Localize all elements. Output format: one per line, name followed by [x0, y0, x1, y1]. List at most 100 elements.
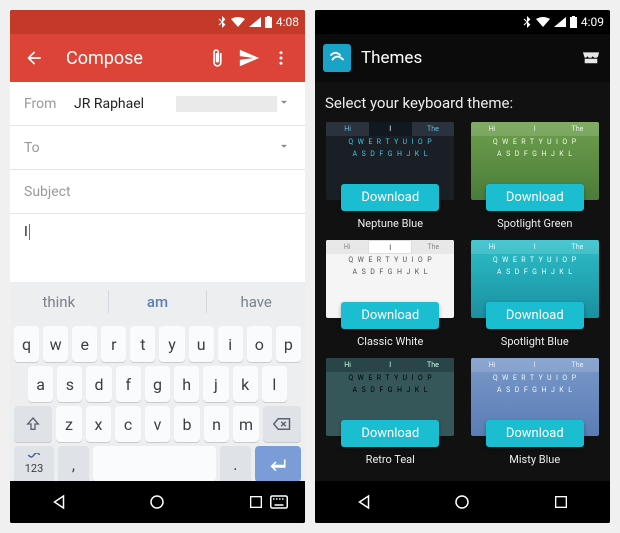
key-v[interactable]: v	[145, 406, 171, 442]
battery-icon	[265, 16, 272, 28]
theme-name: Neptune Blue	[357, 217, 423, 230]
key-s[interactable]: s	[57, 366, 82, 402]
suggestion-right[interactable]: have	[207, 293, 305, 311]
period-key[interactable]: .	[220, 446, 251, 482]
key-x[interactable]: x	[86, 406, 112, 442]
key-o[interactable]: o	[247, 326, 272, 362]
key-l[interactable]: l	[262, 366, 287, 402]
shift-key[interactable]	[14, 406, 52, 442]
bluetooth-icon	[217, 16, 227, 28]
to-field[interactable]: To	[10, 126, 305, 170]
clock-text: 4:09	[581, 15, 604, 29]
nav-back-button[interactable]	[344, 482, 384, 522]
key-row-1: q w e r t y u i o p	[14, 326, 301, 362]
nav-home-button[interactable]	[137, 482, 177, 522]
download-button[interactable]: Download	[341, 302, 439, 329]
key-q[interactable]: q	[14, 326, 39, 362]
nav-home-button[interactable]	[442, 482, 482, 522]
keyboard: q w e r t y u i o p a s d f g h j k l z	[10, 322, 305, 490]
enter-key[interactable]	[255, 446, 301, 482]
key-row-3: z x c v b n m	[14, 406, 301, 442]
store-icon[interactable]	[580, 47, 602, 69]
body-field[interactable]: I	[10, 214, 305, 282]
theme-name: Spotlight Blue	[501, 335, 569, 348]
themes-heading: Select your keyboard theme:	[325, 94, 600, 112]
themes-body: Select your keyboard theme: HiIThe QWERT…	[315, 82, 610, 481]
theme-grid: HiIThe QWERTYUIOP ASDFGHJKL Download Nep…	[325, 122, 600, 466]
key-t[interactable]: t	[130, 326, 155, 362]
wifi-icon	[231, 17, 245, 27]
subject-label: Subject	[24, 184, 71, 200]
compose-area: From JR Raphael To Subject I	[10, 82, 305, 282]
appbar-themes: Themes	[315, 34, 610, 82]
key-j[interactable]: j	[203, 366, 228, 402]
download-button[interactable]: Download	[341, 420, 439, 447]
from-label: From	[24, 96, 74, 112]
comma-key[interactable]: ,	[58, 446, 89, 482]
key-c[interactable]: c	[115, 406, 141, 442]
key-b[interactable]: b	[174, 406, 200, 442]
from-field[interactable]: From JR Raphael	[10, 82, 305, 126]
subject-field[interactable]: Subject	[10, 170, 305, 214]
signal-icon	[554, 17, 566, 27]
nav-recent-button[interactable]	[541, 482, 581, 522]
download-button[interactable]: Download	[341, 184, 439, 211]
body-text: I	[24, 224, 28, 240]
key-r[interactable]: r	[101, 326, 126, 362]
overflow-menu-button[interactable]	[265, 42, 297, 74]
key-u[interactable]: u	[189, 326, 214, 362]
key-n[interactable]: n	[204, 406, 230, 442]
key-d[interactable]: d	[86, 366, 111, 402]
key-i[interactable]: i	[218, 326, 243, 362]
back-button[interactable]	[18, 42, 50, 74]
key-e[interactable]: e	[72, 326, 97, 362]
send-button[interactable]	[233, 42, 265, 74]
theme-card-spotlight-green[interactable]: HiIThe QWERTYUIOP ASDFGHJKL Download Spo…	[470, 122, 601, 230]
nav-ime-button[interactable]	[259, 482, 299, 522]
chevron-down-icon[interactable]	[277, 95, 291, 113]
nav-back-button[interactable]	[39, 482, 79, 522]
appbar-title: Themes	[361, 48, 580, 68]
key-row-4: 123 , .	[14, 446, 301, 482]
backspace-key[interactable]	[263, 406, 301, 442]
theme-card-misty-blue[interactable]: HiIThe QWERTYUIOP ASDFGHJKL Download Mis…	[470, 358, 601, 466]
key-z[interactable]: z	[56, 406, 82, 442]
key-g[interactable]: g	[145, 366, 170, 402]
text-cursor	[29, 224, 30, 240]
key-k[interactable]: k	[233, 366, 258, 402]
battery-icon	[570, 16, 577, 28]
statusbar: 4:09	[315, 10, 610, 34]
bluetooth-icon	[522, 16, 532, 28]
suggestion-mid[interactable]: am	[109, 293, 207, 311]
download-button[interactable]: Download	[486, 302, 584, 329]
phone-right-swiftkey-themes: 4:09 Themes Select your keyboard theme: …	[315, 10, 610, 523]
theme-card-classic-white[interactable]: HiIThe QWERTYUIOP ASDFGHJKL Download Cla…	[325, 240, 456, 348]
key-h[interactable]: h	[174, 366, 199, 402]
appbar-gmail: Compose	[10, 34, 305, 82]
attach-button[interactable]	[201, 42, 233, 74]
download-button[interactable]: Download	[486, 420, 584, 447]
theme-card-spotlight-blue[interactable]: HiIThe QWERTYUIOP ASDFGHJKL Download Spo…	[470, 240, 601, 348]
key-p[interactable]: p	[276, 326, 301, 362]
from-value: JR Raphael	[74, 96, 176, 112]
download-button[interactable]: Download	[486, 184, 584, 211]
chevron-down-icon[interactable]	[277, 139, 291, 157]
key-w[interactable]: w	[43, 326, 68, 362]
key-m[interactable]: m	[233, 406, 259, 442]
space-key[interactable]	[93, 446, 216, 482]
theme-card-retro-teal[interactable]: HiIThe QWERTYUIOP ASDFGHJKL Download Ret…	[325, 358, 456, 466]
to-label: To	[24, 140, 74, 156]
theme-name: Misty Blue	[509, 453, 560, 466]
navigation-bar	[10, 481, 305, 523]
key-a[interactable]: a	[28, 366, 53, 402]
appbar-title: Compose	[66, 48, 201, 69]
theme-card-neptune-blue[interactable]: HiIThe QWERTYUIOP ASDFGHJKL Download Nep…	[325, 122, 456, 230]
numbers-key[interactable]: 123	[14, 446, 54, 482]
key-row-2: a s d f g h j k l	[14, 366, 301, 402]
key-f[interactable]: f	[116, 366, 141, 402]
swiftkey-app-icon[interactable]	[323, 44, 351, 72]
key-y[interactable]: y	[159, 326, 184, 362]
suggestion-left[interactable]: think	[10, 293, 108, 311]
clock-text: 4:08	[276, 15, 299, 29]
signal-icon	[249, 17, 261, 27]
